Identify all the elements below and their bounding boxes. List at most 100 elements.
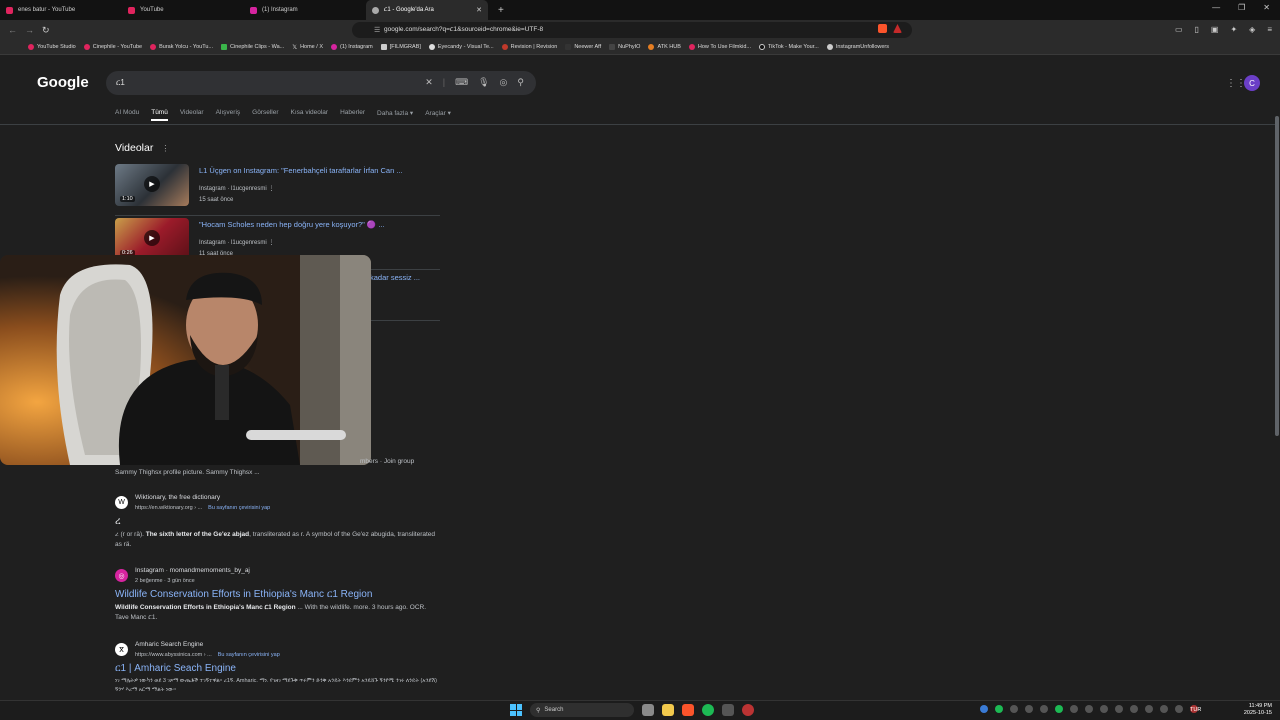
ai-icon[interactable]: ✦ (1230, 25, 1237, 34)
filter-images[interactable]: Görseller (252, 109, 278, 121)
search-icon[interactable]: ⚲ (517, 77, 524, 88)
tray-icon[interactable] (1025, 705, 1033, 713)
microphone-icon[interactable]: 🎙 (478, 77, 489, 88)
filter-more[interactable]: Daha fazla ▾ (377, 109, 413, 121)
bookmark-item[interactable]: [FILMGRAB] (380, 44, 421, 50)
bookmark-item[interactable]: TikTok - Make Your... (758, 44, 819, 50)
menu-icon[interactable]: ≡ (1267, 25, 1272, 34)
app-icon[interactable] (722, 704, 734, 716)
video-title[interactable]: "Hocam Scholes neden hep doğru yere koşu… (199, 220, 385, 229)
filter-short-videos[interactable]: Kısa videolar (291, 109, 329, 121)
tray-icon[interactable] (1085, 705, 1093, 713)
forward-icon[interactable]: → (25, 25, 34, 35)
tab-1[interactable]: YouTube (122, 0, 244, 20)
tray-icon[interactable] (1115, 705, 1123, 713)
clear-icon[interactable]: ✕ (425, 77, 433, 88)
vpn-icon[interactable]: ◈ (1249, 25, 1255, 34)
video-title-partial[interactable]: kadar sessiz ... (370, 273, 420, 282)
page-scrollbar[interactable] (1275, 116, 1279, 436)
task-view-icon[interactable] (642, 704, 654, 716)
tray-icon[interactable] (1175, 705, 1183, 713)
brave-browser-icon[interactable] (682, 704, 694, 716)
result-title[interactable]: ር1 | Amharic Seach Engine (115, 663, 236, 674)
play-icon: ▶ (144, 230, 160, 246)
translate-link[interactable]: Bu sayfanın çevirisini yap (218, 652, 280, 658)
bookmark-item[interactable]: Cinephile - YouTube (83, 44, 142, 50)
result-site-name[interactable]: Instagram · momandmemoments_by_aj (135, 567, 250, 574)
result-title[interactable]: ረ (115, 516, 121, 527)
divider (0, 124, 1275, 125)
filter-news[interactable]: Haberler (340, 109, 365, 121)
tray-icon[interactable] (980, 705, 988, 713)
close-icon[interactable]: ✕ (1263, 3, 1270, 12)
bookmark-item[interactable]: Burak Yolcu - YouTu... (150, 44, 213, 50)
bookmark-item[interactable]: Revision | Revision (501, 44, 557, 50)
clock[interactable]: 11:49 PM 2025-10-15 (1244, 703, 1272, 717)
result-site-name[interactable]: Wiktionary, the free dictionary (135, 494, 220, 501)
bookmark-item[interactable]: InstagramUnfollowers (826, 44, 889, 50)
filter-ai-mode[interactable]: AI Modu (115, 109, 139, 121)
bookmark-item[interactable]: NuPhyIO (609, 44, 640, 50)
tray-icon[interactable] (1010, 705, 1018, 713)
video-thumbnail[interactable]: ▶ 1:10 (115, 164, 189, 206)
video-title[interactable]: L1 Üçgen on Instagram: "Fenerbahçeli tar… (199, 166, 403, 175)
search-input[interactable]: ር1 ✕ | ⌨ 🎙 ◎ ⚲ (106, 71, 536, 95)
app-icon[interactable] (742, 704, 754, 716)
brave-shield-icon[interactable] (878, 24, 887, 33)
tray-icon[interactable] (1040, 705, 1048, 713)
file-explorer-icon[interactable] (662, 704, 674, 716)
tray-icon[interactable] (1145, 705, 1153, 713)
address-bar[interactable]: ☰ google.com/search?q=ር1&sourceid=chrome… (352, 22, 912, 38)
filter-videos[interactable]: Videolar (180, 109, 204, 121)
tab-2[interactable]: (1) Instagram (244, 0, 366, 20)
close-tab-icon[interactable]: ✕ (476, 6, 482, 14)
new-tab-button[interactable]: + (498, 5, 504, 16)
result-url[interactable]: https://www.abyssinica.com › ... Bu sayfa… (135, 652, 280, 658)
reload-icon[interactable]: ↻ (42, 25, 50, 36)
result-title[interactable]: Wildlife Conservation Efforts in Ethiopi… (115, 589, 372, 600)
back-icon[interactable]: ← (8, 25, 17, 35)
sidebar-icon[interactable]: ▯ (1195, 25, 1199, 34)
filter-tools[interactable]: Araçlar ▾ (425, 109, 451, 121)
bookmark-item[interactable]: Eyecandy - Visual Te... (428, 44, 494, 50)
site-info-icon[interactable]: ☰ (374, 26, 380, 34)
video-time: 15 saat önce (199, 197, 234, 203)
bookmark-item[interactable]: Neewer Aff (565, 44, 601, 50)
bookmark-item[interactable]: (1) Instagram (331, 44, 373, 50)
bookmark-item[interactable]: ATK HUB (648, 44, 681, 50)
bookmark-item[interactable]: 𝕏 Home / X (292, 44, 323, 51)
translate-link[interactable]: Bu sayfanın çevirisini yap (208, 505, 270, 511)
filter-all[interactable]: Tümü (151, 109, 168, 121)
camera-lens-icon[interactable]: ◎ (500, 77, 508, 88)
tab-0[interactable]: enes batur - YouTube (0, 0, 122, 20)
tray-icon[interactable] (1160, 705, 1168, 713)
wallet-icon[interactable]: ▣ (1211, 25, 1219, 34)
minimize-icon[interactable]: — (1212, 3, 1220, 12)
tray-icon[interactable] (1070, 705, 1078, 713)
keyboard-icon[interactable]: ⌨ (455, 77, 468, 88)
more-options-icon[interactable]: ⋮ (161, 144, 169, 153)
google-logo[interactable]: Google (37, 74, 89, 91)
extensions-icon[interactable]: ▭ (1175, 25, 1183, 34)
bookmark-item[interactable]: YouTube Studio (28, 44, 76, 50)
avatar[interactable]: C (1244, 75, 1260, 91)
spotify-icon[interactable] (702, 704, 714, 716)
windows-start-icon[interactable] (510, 704, 522, 716)
tray-icon[interactable] (1130, 705, 1138, 713)
tray-icon[interactable] (1055, 705, 1063, 713)
filter-shopping[interactable]: Alışveriş (216, 109, 241, 121)
bookmark-item[interactable]: Cinephile Clips - Wa... (221, 44, 284, 50)
tray-icon[interactable] (995, 705, 1003, 713)
taskbar-search[interactable]: ⚲ Search (530, 703, 634, 717)
result-site-name[interactable]: Amharic Search Engine (135, 641, 203, 648)
tray-icon[interactable] (1100, 705, 1108, 713)
brave-rewards-icon[interactable] (893, 24, 902, 33)
result-url[interactable]: https://en.wiktionary.org › ... Bu sayfan… (135, 505, 270, 511)
video-thumbnail[interactable]: ▶ 0:26 (115, 218, 189, 260)
restore-icon[interactable]: ❐ (1238, 3, 1245, 12)
bookmark-item[interactable]: How To Use Filmkid... (688, 44, 751, 50)
language-indicator[interactable]: TUR (1190, 707, 1201, 713)
video-result[interactable]: ▶ 1:10 L1 Üçgen on Instagram: "Fenerbahç… (115, 164, 440, 216)
tab-3[interactable]: ር1 - Google'da Ara ✕ (366, 0, 488, 20)
apps-grid-icon[interactable]: ⋮⋮ (1226, 78, 1246, 89)
